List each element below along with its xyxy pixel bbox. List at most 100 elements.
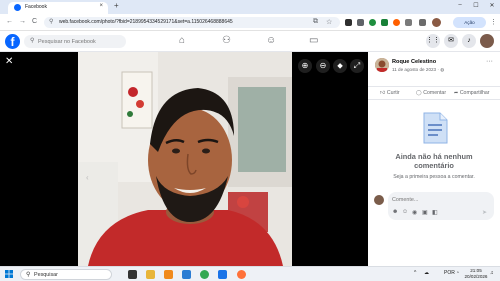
gaming-icon[interactable]: ▭ [309,35,318,46]
notification-bell-icon[interactable]: ♫ [490,270,494,276]
comment-button[interactable]: ◯ Comentar [416,90,446,96]
tag-icon[interactable]: ⬥ [333,59,347,73]
send-icon[interactable]: ➤ [482,209,487,216]
extension-icon[interactable] [357,19,364,26]
gif-icon[interactable]: ▣ [422,209,428,216]
friends-icon[interactable]: ⚇ [222,35,231,46]
close-viewer-button[interactable]: ✕ [5,56,13,67]
new-tab-button[interactable]: + [114,1,119,10]
zoom-in-icon[interactable]: ⊕ [298,59,312,73]
author-avatar[interactable] [375,58,389,72]
facebook-logo[interactable]: f [5,34,20,49]
search-icon: ⚲ [26,272,31,278]
post-details-panel: Roque Celestino 11 de agosto de 2023 · ◍… [368,52,500,266]
maximize-button[interactable]: ☐ [470,2,482,9]
profile-avatar-icon[interactable] [432,18,441,27]
more-options-button[interactable]: ··· [486,58,493,65]
avatar-sticker-icon[interactable]: ☻ [392,209,398,215]
extension-icon[interactable] [381,19,388,26]
side-panel-icon[interactable] [419,19,426,26]
task-view-icon[interactable] [128,270,137,279]
author-name[interactable]: Roque Celestino [392,59,436,65]
browser-toolbar: ← → C ⚲ web.facebook.com/photo/?fbid=218… [0,14,500,36]
cast-icon[interactable]: ⧉ [313,18,318,26]
firefox-icon[interactable] [237,270,246,279]
extension-icon[interactable] [369,19,376,26]
share-label: Compartilhar [459,90,490,96]
taskbar-search-label: Pesquisar [34,272,58,278]
reload-button[interactable]: C [32,18,37,25]
author-avatar-image [375,58,389,72]
cloud-icon[interactable]: ☁ [424,270,429,276]
globe-icon: ◍ [440,67,445,72]
no-comments-subtitle: Seja a primeira pessoa a comentar. [393,174,475,180]
browser-menu-icon[interactable]: ⋮ [490,18,497,26]
search-input[interactable] [38,37,122,46]
taskbar-clock[interactable]: 21:05 20/02/2026 [463,268,489,280]
like-button[interactable]: 👍︎ Curtir [380,90,400,96]
no-comments-title-line1: Ainda não há nenhum [395,152,473,161]
no-comments-title-line2: comentário [414,161,454,170]
tab-close-icon[interactable]: × [99,3,103,9]
facebook-header: f ⚲ ⌂ ⚇ ☺ ▭ ⋮⋮ ✉ ♪ [0,31,500,52]
bookmark-star-icon[interactable]: ☆ [326,18,332,26]
chrome-icon[interactable] [200,270,209,279]
file-explorer-icon[interactable] [146,270,155,279]
facebook-favicon-icon [14,4,21,11]
photo-image [78,52,292,266]
site-info-icon[interactable]: ⚲ [49,18,53,25]
windows-taskbar: ⚲ Pesquisar ^ ☁ POR ◔ 21:05 20/02/2026 ♫ [0,266,500,281]
address-bar[interactable]: ⚲ web.facebook.com/photo/?fbid=218995433… [44,17,340,28]
no-comments-title: Ainda não há nenhum comentário [368,152,500,170]
notifications-icon[interactable]: ♪ [462,34,476,48]
browser-tab-bar: Facebook × + – ☐ ✕ [0,0,500,14]
extensions-puzzle-icon[interactable] [405,19,412,26]
commenter-avatar [374,195,384,205]
search-icon: ⚲ [30,38,35,44]
post-date: 11 de agosto de 2023 · ◍ [392,67,444,73]
back-button[interactable]: ← [6,18,13,25]
forward-button[interactable]: → [19,18,26,25]
comment-input[interactable] [392,195,488,204]
previous-photo-arrow[interactable]: ‹ [86,173,89,182]
minimize-button[interactable]: – [454,2,466,8]
menu-grid-icon[interactable]: ⋮⋮ [426,34,440,48]
tab-title: Facebook [25,4,47,10]
facebook-search[interactable]: ⚲ [24,35,126,48]
comment-icon: ◯ [416,90,422,96]
language-indicator[interactable]: POR [444,270,455,276]
messenger-icon[interactable]: ✉ [444,34,458,48]
tray-chevron-icon[interactable]: ^ [414,270,416,276]
taskbar-search[interactable]: ⚲ Pesquisar [20,269,112,280]
post-date-text[interactable]: 11 de agosto de 2023 · [392,67,440,72]
emoji-icon[interactable]: ☺ [402,209,408,215]
share-icon: ➦ [454,90,459,96]
extension-icon[interactable] [345,19,352,26]
store-icon[interactable] [182,270,191,279]
home-icon[interactable]: ⌂ [179,35,185,46]
zoom-out-icon[interactable]: ⊖ [316,59,330,73]
fullscreen-icon[interactable]: ⤢ [350,59,364,73]
like-icon: 👍︎ [380,90,386,96]
account-avatar[interactable] [480,34,494,48]
sticker-icon[interactable]: ◧ [432,209,438,216]
wifi-icon[interactable]: ◔ [456,270,459,276]
clock-date: 20/02/2026 [464,274,488,279]
photo-viewer: ✕ ‹ ⊕ ⊖ ⬥ ⤢ [0,52,368,266]
app-icon[interactable] [218,270,227,279]
photo [78,52,292,266]
comment-label: Comentar [423,90,447,96]
windows-start-icon[interactable] [5,270,13,278]
vlc-icon[interactable] [164,270,173,279]
groups-icon[interactable]: ☺ [266,35,276,46]
browser-tab[interactable]: Facebook × [8,2,108,14]
url-text: web.facebook.com/photo/?fbid=21899543345… [59,19,233,25]
camera-icon[interactable]: ◉ [412,209,417,216]
comment-composer[interactable]: ☻ ☺ ◉ ▣ ◧ ➤ [388,192,494,220]
extension-icon[interactable] [393,19,400,26]
share-button[interactable]: ➦ Compartilhar [454,90,490,96]
like-label: Curtir [386,90,400,96]
action-required-button[interactable]: Ação necessária [453,17,486,36]
screen: Facebook × + – ☐ ✕ ← → C ⚲ web.facebook.… [0,0,500,281]
window-close-button[interactable]: ✕ [486,2,498,9]
